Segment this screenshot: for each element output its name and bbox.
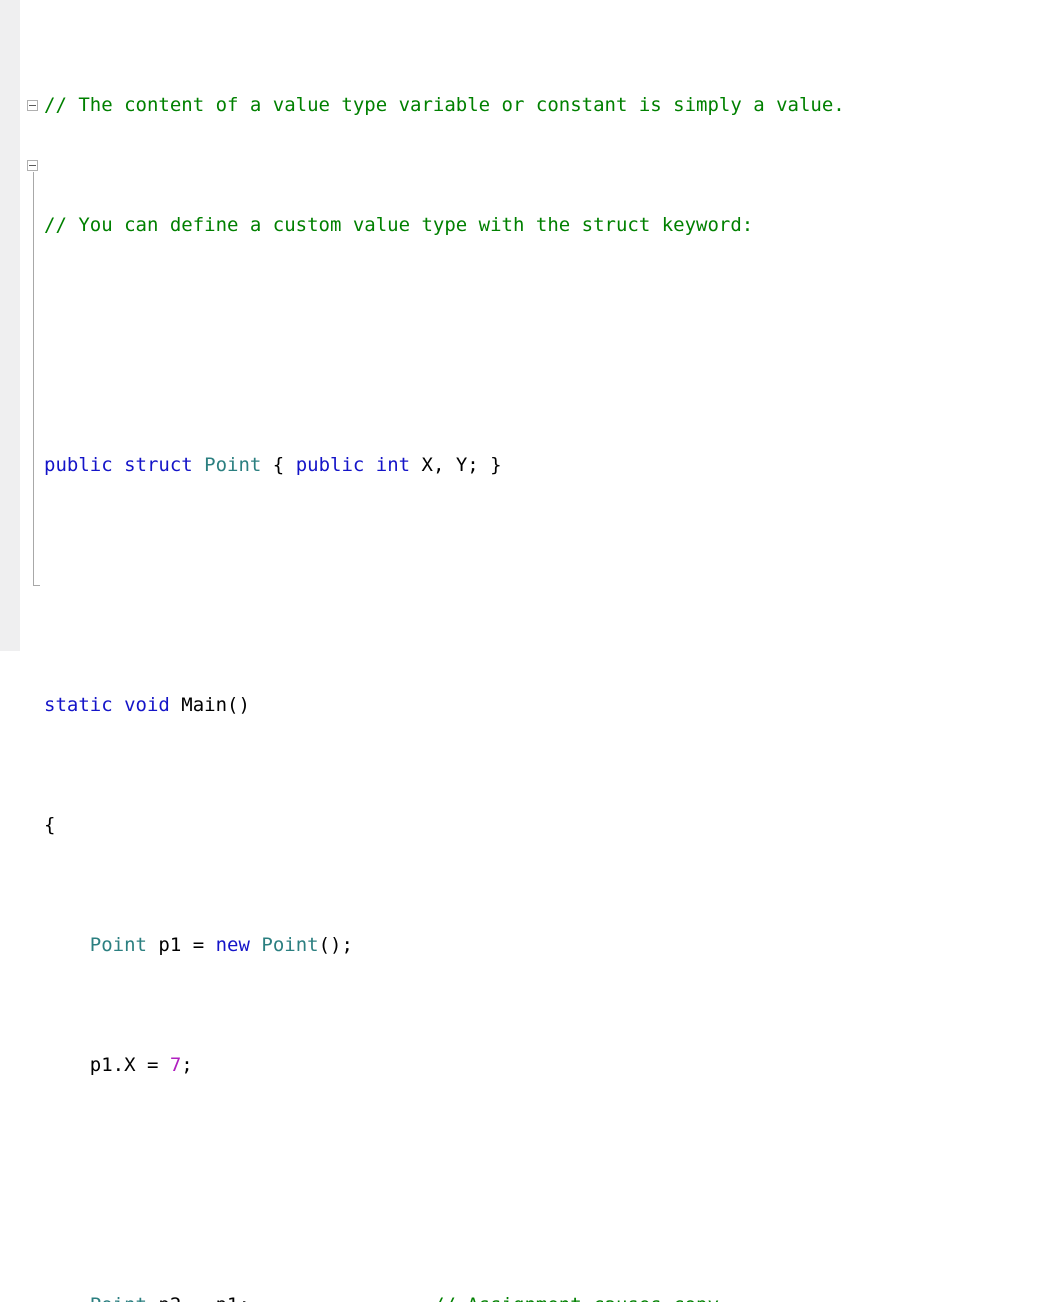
keyword-token: public int (295, 454, 411, 476)
code-line-4: public struct Point { public int X, Y; } (44, 450, 1040, 480)
type-token: Point (89, 934, 147, 956)
fold-region-end-main (33, 585, 40, 586)
indicator-margin[interactable] (0, 0, 20, 651)
code-line-8: Point p1 = new Point(); (44, 930, 1040, 960)
plain-token: { (261, 454, 296, 476)
outlining-margin[interactable] (22, 0, 44, 651)
plain-token: p1 = (146, 934, 216, 956)
brace-token: { (44, 814, 56, 836)
plain-token: p1.X = (44, 1054, 170, 1076)
plain-token: X, Y; } (410, 454, 502, 476)
code-line-9: p1.X = 7; (44, 1050, 1040, 1080)
code-line-2: // You can define a custom value type wi… (44, 210, 1040, 240)
number-token: 7 (169, 1054, 182, 1076)
plain-token: p2 = p1; (147, 1294, 250, 1302)
type-token: Point (204, 454, 262, 476)
keyword-token: new (215, 934, 250, 956)
comment-token: // Assignment causes copy (433, 1294, 719, 1302)
code-line-6: static void Main() (44, 690, 1040, 720)
comment-token: // The content of a value type variable … (44, 94, 845, 116)
plain-token: ; (181, 1054, 193, 1076)
code-text-area[interactable]: // The content of a value type variable … (44, 0, 1040, 1302)
comment-token: // You can define a custom value type wi… (44, 214, 754, 236)
code-line-7: { (44, 810, 1040, 840)
keyword-token: static void (44, 694, 182, 716)
code-line-11: Point p2 = p1; // Assignment causes copy (44, 1290, 1040, 1302)
code-line-1: // The content of a value type variable … (44, 90, 1040, 120)
fold-toggle-struct-point[interactable] (27, 100, 38, 111)
code-editor[interactable]: // The content of a value type variable … (0, 0, 1040, 1302)
fold-toggle-main[interactable] (27, 160, 38, 171)
plain-token: Main() (181, 694, 250, 716)
keyword-token: public struct (44, 454, 205, 476)
type-token: Point (44, 1294, 147, 1302)
plain-token: (); (318, 934, 353, 956)
type-token: Point (261, 934, 319, 956)
fold-region-line-main (33, 172, 34, 585)
